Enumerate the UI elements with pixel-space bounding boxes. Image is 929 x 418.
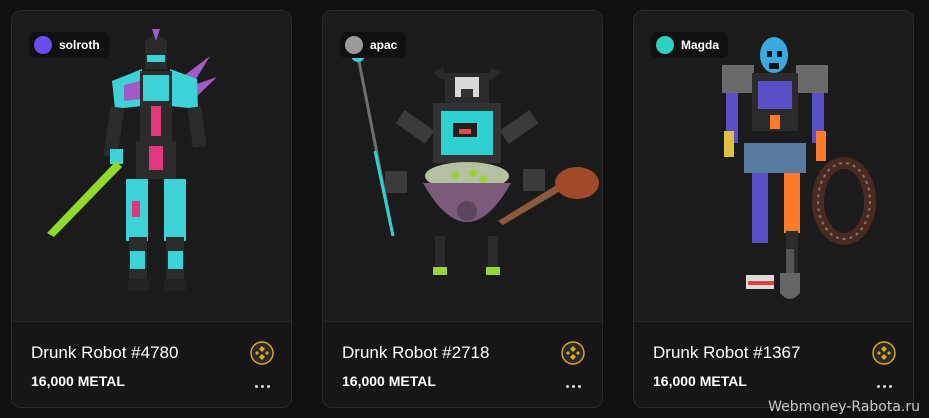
- owner-avatar: [345, 36, 363, 54]
- nft-title[interactable]: Drunk Robot #1367: [653, 343, 800, 363]
- owner-avatar: [656, 36, 674, 54]
- card-footer: Drunk Robot #1367 16,000 METAL: [634, 321, 913, 407]
- nft-card[interactable]: apac Drunk Robot #2718 16,000 METAL: [322, 10, 603, 408]
- more-dots-icon: [876, 384, 880, 388]
- more-options-button[interactable]: [559, 378, 587, 394]
- nft-card-grid: solroth Drunk Robot #4780 16,000 METAL a…: [11, 10, 914, 408]
- nft-title[interactable]: Drunk Robot #4780: [31, 343, 178, 363]
- nft-price: 16,000 METAL: [31, 373, 125, 389]
- more-options-button[interactable]: [870, 378, 898, 394]
- bnb-chain-icon: [872, 341, 896, 365]
- owner-name: solroth: [59, 38, 100, 52]
- bnb-chain-icon: [561, 341, 585, 365]
- watermark: Webmoney-Rabota.ru: [768, 399, 920, 415]
- owner-badge[interactable]: solroth: [29, 32, 109, 58]
- more-options-button[interactable]: [248, 378, 276, 394]
- bnb-chain-icon: [250, 341, 274, 365]
- owner-name: apac: [370, 38, 398, 52]
- card-footer: Drunk Robot #4780 16,000 METAL: [12, 321, 291, 407]
- more-dots-icon: [565, 384, 569, 388]
- nft-title[interactable]: Drunk Robot #2718: [342, 343, 489, 363]
- owner-name: Magda: [681, 38, 720, 52]
- owner-badge[interactable]: Magda: [651, 32, 729, 58]
- nft-card[interactable]: Magda Drunk Robot #1367 16,000 METAL: [633, 10, 914, 408]
- nft-price: 16,000 METAL: [342, 373, 436, 389]
- nft-price: 16,000 METAL: [653, 373, 747, 389]
- more-dots-icon: [254, 384, 258, 388]
- card-footer: Drunk Robot #2718 16,000 METAL: [323, 321, 602, 407]
- owner-badge[interactable]: apac: [340, 32, 407, 58]
- owner-avatar: [34, 36, 52, 54]
- nft-card[interactable]: solroth Drunk Robot #4780 16,000 METAL: [11, 10, 292, 408]
